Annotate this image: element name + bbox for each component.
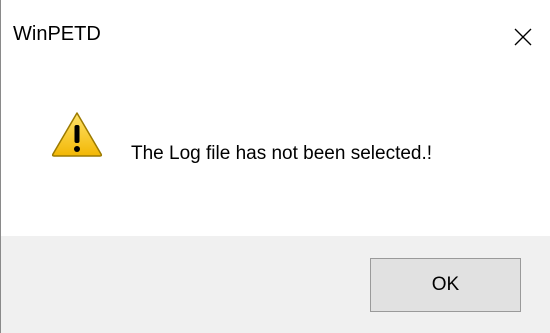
warning-icon	[51, 112, 103, 157]
button-bar: OK	[1, 236, 550, 333]
message-area: The Log file has not been selected.!	[1, 80, 550, 236]
message-text: The Log file has not been selected.!	[131, 143, 433, 164]
title-bar[interactable]: WinPETD	[1, 0, 550, 80]
close-icon	[514, 28, 532, 46]
ok-button[interactable]: OK	[370, 258, 521, 312]
close-button[interactable]	[506, 20, 540, 54]
message-dialog: WinPETD The Log file has not been select…	[0, 0, 550, 333]
window-title: WinPETD	[13, 23, 101, 45]
